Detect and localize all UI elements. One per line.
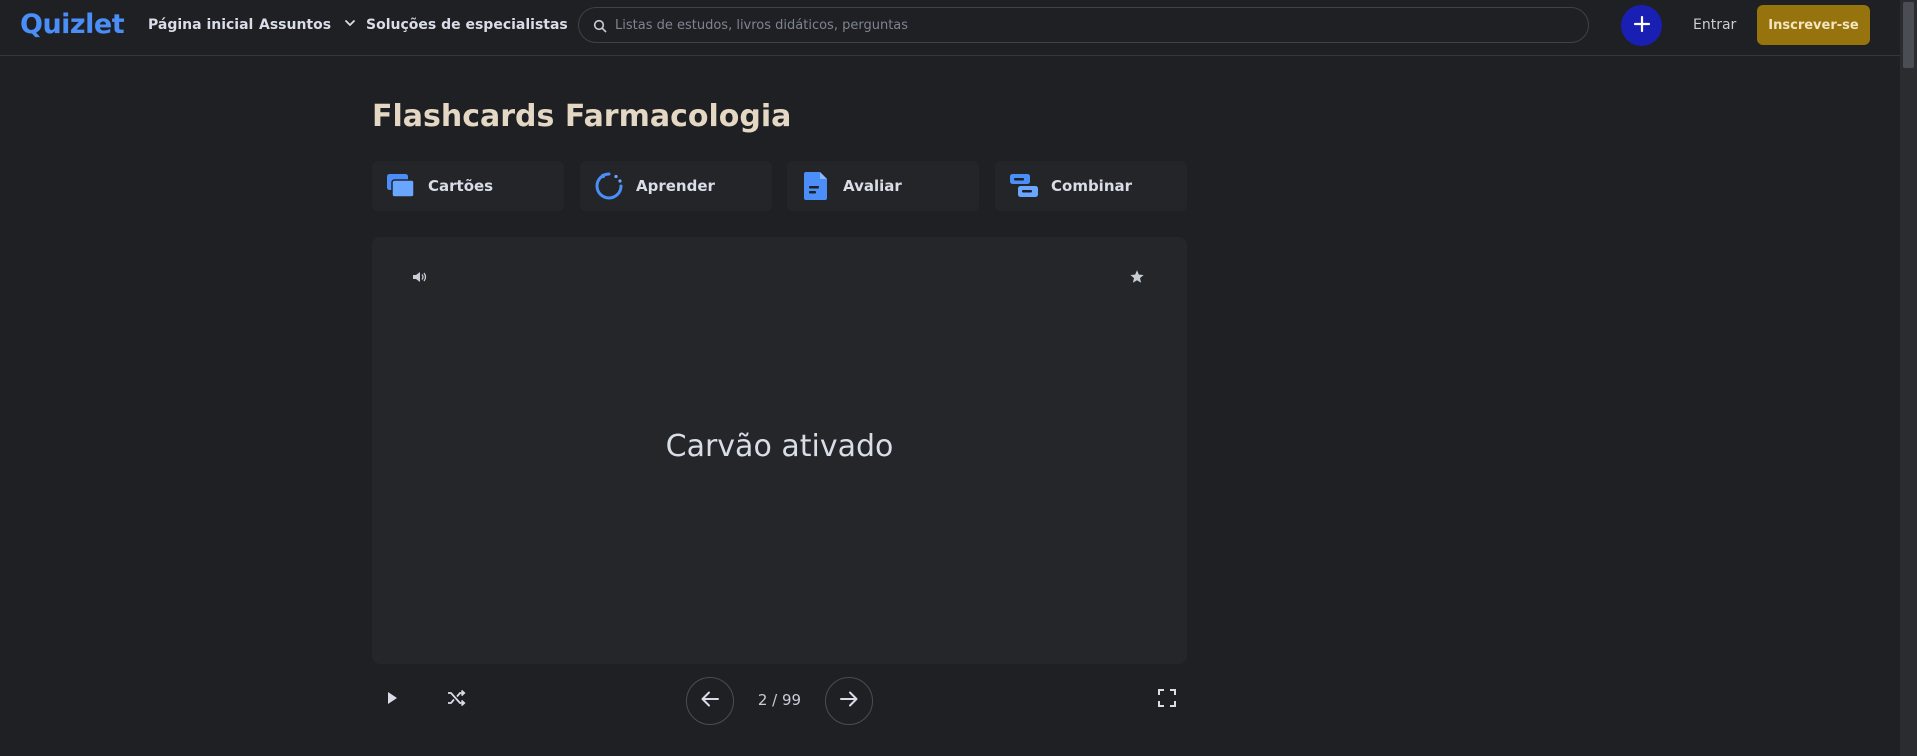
scrollbar[interactable] [1900, 0, 1917, 756]
nav-subjects-label: Assuntos [259, 17, 332, 33]
flashcard[interactable]: Carvão ativado [372, 237, 1187, 664]
test-icon [801, 171, 831, 201]
create-button[interactable] [1621, 5, 1662, 46]
mode-cards-label: Cartões [428, 177, 494, 195]
arrow-right-icon [838, 688, 860, 714]
mode-test-label: Avaliar [843, 177, 902, 195]
plus-icon [1633, 15, 1651, 36]
page-title: Flashcards Farmacologia [372, 99, 792, 134]
cards-icon [386, 171, 416, 201]
top-header: Quizlet Página inicial Assuntos Soluções… [0, 0, 1900, 56]
mode-learn-label: Aprender [636, 177, 715, 195]
search-icon [593, 18, 607, 37]
scrollbar-thumb[interactable] [1903, 2, 1914, 68]
mode-cards-button[interactable]: Cartões [372, 161, 564, 211]
previous-card-button[interactable] [686, 677, 734, 725]
quizlet-logo[interactable]: Quizlet [20, 9, 125, 40]
nav-subjects-dropdown[interactable]: Assuntos [259, 17, 356, 33]
shuffle-button[interactable] [444, 688, 468, 712]
fullscreen-button[interactable] [1155, 688, 1179, 712]
page: Quizlet Página inicial Assuntos Soluções… [0, 0, 1917, 756]
arrow-left-icon [699, 688, 721, 714]
match-icon [1009, 171, 1039, 201]
search-bar[interactable] [578, 7, 1589, 43]
mode-match-label: Combinar [1051, 177, 1133, 195]
nav-home-link[interactable]: Página inicial [148, 17, 253, 33]
play-button[interactable] [380, 688, 404, 712]
mode-learn-button[interactable]: Aprender [580, 161, 772, 211]
login-link[interactable]: Entrar [1693, 17, 1736, 33]
learn-icon [594, 171, 624, 201]
speaker-icon[interactable] [412, 269, 428, 288]
star-icon[interactable] [1129, 269, 1145, 289]
fullscreen-icon [1157, 688, 1177, 712]
mode-test-button[interactable]: Avaliar [787, 161, 979, 211]
card-counter: 2 / 99 [757, 691, 802, 709]
signup-button[interactable]: Inscrever-se [1757, 5, 1870, 45]
shuffle-icon [446, 688, 466, 712]
flashcard-term: Carvão ativado [665, 429, 894, 464]
next-card-button[interactable] [825, 677, 873, 725]
mode-match-button[interactable]: Combinar [995, 161, 1187, 211]
nav-expert-solutions-link[interactable]: Soluções de especialistas [366, 17, 568, 33]
chevron-down-icon [344, 17, 356, 33]
play-icon [384, 690, 400, 710]
search-input[interactable] [615, 8, 1565, 42]
